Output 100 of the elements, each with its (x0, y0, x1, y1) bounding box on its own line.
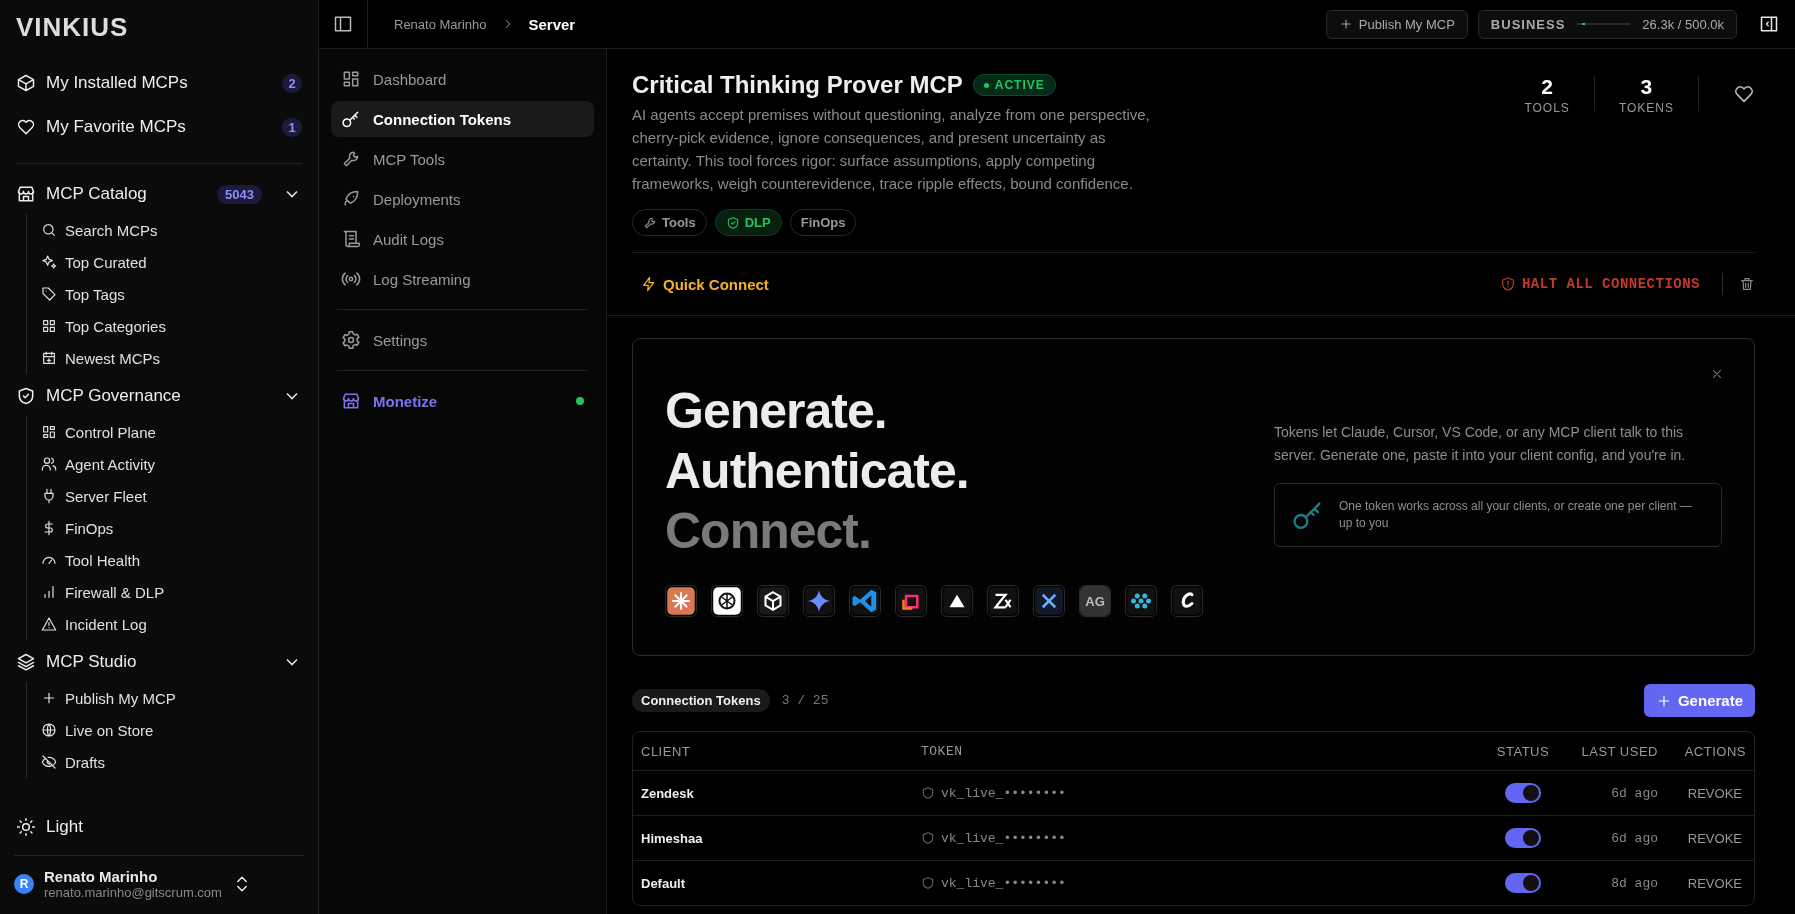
sidebar-toggle-icon[interactable] (333, 14, 353, 34)
broadcast-icon (341, 269, 361, 289)
stat-value: 2 (1541, 75, 1553, 99)
sidebar-item[interactable]: Server Fleet (41, 480, 302, 512)
lightning-icon (641, 276, 657, 292)
bar-chart-icon (41, 584, 57, 600)
scroll-icon (341, 229, 361, 249)
user-menu[interactable]: R Renato Marinho renato.marinho@gitscrum.com (14, 855, 304, 914)
burst-logo-icon (666, 586, 696, 616)
token-count: 3 / 25 (781, 693, 829, 708)
usage-reading: 26.3k / 500.0k (1642, 16, 1724, 32)
wrench-icon (643, 215, 657, 230)
plus-icon (1338, 17, 1353, 31)
column-header: TOKEN (921, 743, 964, 759)
store-icon (341, 391, 361, 411)
delete-icon[interactable] (1739, 276, 1755, 292)
nav-item[interactable]: Dashboard (331, 61, 594, 97)
revoke-button[interactable]: REVOKE (1683, 785, 1746, 801)
sidebar-item[interactable]: Publish My MCP (41, 682, 302, 714)
calendar-icon (41, 350, 57, 366)
status-toggle[interactable] (1505, 828, 1541, 848)
sidebar-item[interactable]: Search MCPs (41, 214, 302, 246)
revoke-button[interactable]: REVOKE (1683, 875, 1746, 891)
sparkle-logo-icon (804, 586, 834, 616)
sidebar-item[interactable]: Incident Log (41, 608, 302, 640)
section-header[interactable]: MCP Catalog 5043 (16, 180, 302, 208)
sidebar-item[interactable]: Newest MCPs (41, 342, 302, 374)
sidebar-item[interactable]: My Favorite MCPs 1 (16, 113, 302, 141)
client-name: Default (641, 875, 687, 891)
dashboard-icon (41, 424, 57, 440)
token-value: vk_live_•••••••• (941, 875, 1066, 891)
nav-item[interactable]: MCP Tools (331, 141, 594, 177)
publish-button[interactable]: Publish My MCP (1325, 9, 1468, 39)
users-icon (41, 456, 57, 472)
nav-item[interactable]: Deployments (331, 181, 594, 217)
shield-icon (921, 831, 935, 845)
sidebar-item[interactable]: Top Curated (41, 246, 302, 278)
revoke-button[interactable]: REVOKE (1683, 830, 1746, 846)
headline: Authenticate. (665, 442, 970, 501)
sidebar-item[interactable]: Top Categories (41, 310, 302, 342)
store-icon (16, 184, 36, 204)
nav-item[interactable]: Settings (331, 322, 594, 358)
sidebar-item[interactable]: My Installed MCPs 2 (16, 69, 302, 97)
shield-icon (16, 386, 36, 406)
sidebar-item[interactable]: Drafts (41, 746, 302, 778)
status-toggle[interactable] (1505, 783, 1541, 803)
quick-connect-link[interactable]: Quick Connect (641, 275, 769, 293)
sidebar-item[interactable]: FinOps (41, 512, 302, 544)
dashboard-icon (341, 69, 361, 89)
sidebar-item[interactable]: Agent Activity (41, 448, 302, 480)
plug-icon (41, 488, 57, 504)
triangle-logo-icon (942, 586, 972, 616)
sidebar-item[interactable]: Firewall & DLP (41, 576, 302, 608)
last-used: 6d ago (1610, 830, 1658, 846)
logo[interactable]: VINKIUS (16, 0, 302, 63)
column-header: STATUS (1495, 743, 1551, 759)
status-dot (576, 397, 584, 405)
sidebar-item[interactable]: Live on Store (41, 714, 302, 746)
client-name: Zendesk (641, 785, 695, 801)
nav-item[interactable]: Audit Logs (331, 221, 594, 257)
nav-item[interactable]: Monetize (331, 383, 594, 419)
plus-icon (41, 690, 57, 706)
settings-icon (341, 330, 361, 350)
headline: Generate. (665, 382, 888, 441)
token-value: vk_live_•••••••• (941, 785, 1066, 801)
column-header: ACTIONS (1683, 743, 1746, 759)
last-used: 8d ago (1610, 875, 1658, 891)
client-name: Himeshaa (641, 830, 704, 846)
nav-item[interactable]: Connection Tokens (331, 101, 594, 137)
theme-toggle[interactable]: Light (16, 813, 302, 841)
favorite-icon[interactable] (1733, 83, 1755, 105)
halt-button[interactable]: HALT ALL CONNECTIONS (1493, 275, 1706, 293)
tip-text: One token works across all your clients, or create one per client — up to you (1339, 498, 1693, 532)
client-logo: AG (1080, 586, 1110, 616)
close-icon[interactable] (1710, 367, 1724, 381)
search-icon (41, 222, 57, 238)
section-header[interactable]: MCP Studio (16, 648, 302, 676)
server-title: Critical Thinking Prover MCP (632, 71, 963, 99)
zigzag-logo-icon (988, 586, 1018, 616)
key-icon (341, 109, 361, 129)
sidebar-item[interactable]: Tool Health (41, 544, 302, 576)
tag-chip[interactable]: DLP (714, 209, 782, 236)
nav-item[interactable]: Log Streaming (331, 261, 594, 297)
sidebar-item[interactable]: Control Plane (41, 416, 302, 448)
sun-icon (16, 817, 36, 837)
script-logo-icon (1172, 586, 1202, 616)
sparkles-icon (41, 254, 57, 270)
user-email: renato.marinho@gitscrum.com (44, 885, 222, 900)
section-header[interactable]: MCP Governance (16, 382, 302, 410)
status-toggle[interactable] (1505, 873, 1541, 893)
sidebar-item[interactable]: Top Tags (41, 278, 302, 310)
warning-icon (41, 616, 57, 632)
stat-label: TOKENS (1618, 101, 1674, 115)
generate-button[interactable]: Generate (1643, 684, 1755, 717)
stat-value: 3 (1640, 75, 1653, 99)
column-header: LAST USED (1580, 743, 1658, 759)
plan-name: BUSINESS (1490, 16, 1566, 32)
panel-icon[interactable] (1759, 14, 1779, 34)
breadcrumb-item[interactable]: Renato Marinho (394, 16, 487, 32)
square-logo-icon (896, 586, 926, 616)
